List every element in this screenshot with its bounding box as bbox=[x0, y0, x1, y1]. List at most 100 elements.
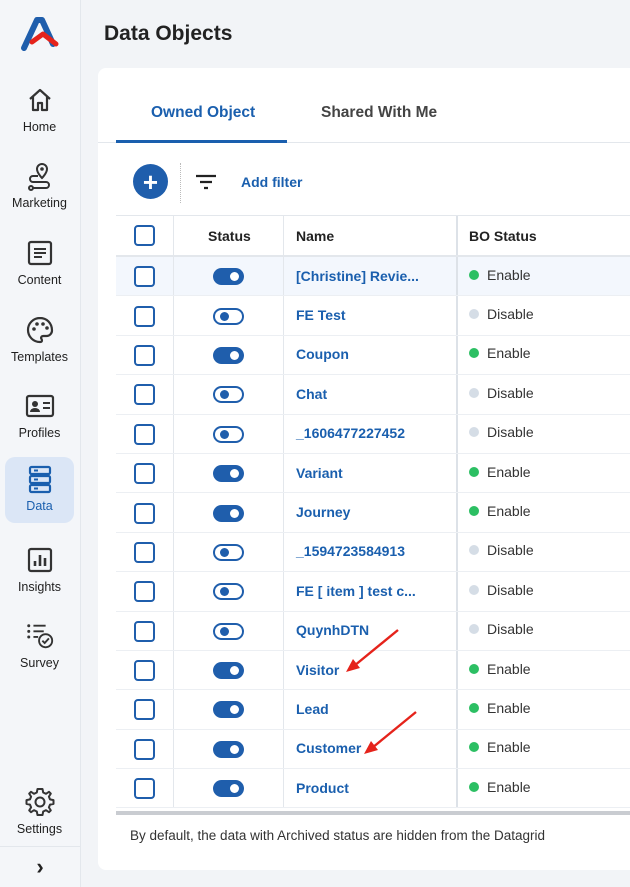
toggle-knob bbox=[220, 429, 229, 439]
status-toggle[interactable] bbox=[213, 701, 244, 719]
table-row[interactable]: QuynhDTN Disable bbox=[116, 611, 630, 651]
row-checkbox[interactable] bbox=[134, 266, 155, 288]
table-row[interactable]: Lead Enable bbox=[116, 690, 630, 730]
expand-sidebar-button[interactable]: › bbox=[0, 846, 80, 887]
sidebar-item-home[interactable]: Home bbox=[5, 78, 74, 144]
status-toggle[interactable] bbox=[213, 662, 244, 680]
row-checkbox[interactable] bbox=[134, 423, 155, 445]
bo-status-label: Disable bbox=[487, 306, 534, 323]
row-checkbox[interactable] bbox=[134, 541, 155, 563]
bo-status-label: Enable bbox=[487, 739, 531, 756]
table-row[interactable]: Product Enable bbox=[116, 769, 630, 809]
object-name-link[interactable]: FE [ item ] test c... bbox=[296, 583, 416, 599]
bo-status: Disable bbox=[469, 385, 534, 401]
table-row[interactable]: Chat Disable bbox=[116, 375, 630, 415]
status-toggle[interactable] bbox=[213, 386, 244, 404]
tab-owned-object[interactable]: Owned Object bbox=[151, 104, 255, 122]
object-name-link[interactable]: Lead bbox=[296, 701, 329, 717]
status-toggle[interactable] bbox=[213, 504, 244, 522]
object-name-link[interactable]: FE Test bbox=[296, 307, 346, 323]
tab-shared-with-me[interactable]: Shared With Me bbox=[321, 104, 437, 122]
add-filter-button[interactable]: Add filter bbox=[241, 174, 302, 190]
object-name-link[interactable]: Visitor bbox=[296, 662, 339, 678]
status-dot-icon bbox=[469, 742, 479, 753]
object-name-link[interactable]: [Christine] Revie... bbox=[296, 268, 419, 284]
sidebar-item-profiles[interactable]: Profiles bbox=[5, 384, 74, 450]
object-name-link[interactable]: Product bbox=[296, 780, 349, 796]
status-toggle[interactable] bbox=[213, 307, 244, 325]
status-toggle[interactable] bbox=[213, 346, 244, 364]
row-checkbox[interactable] bbox=[134, 384, 155, 406]
bo-status-label: Disable bbox=[487, 621, 534, 638]
sidebar-item-label: Home bbox=[22, 120, 57, 134]
app-logo[interactable] bbox=[20, 14, 60, 54]
bo-status: Enable bbox=[469, 345, 531, 361]
row-checkbox[interactable] bbox=[134, 778, 155, 800]
row-checkbox[interactable] bbox=[134, 581, 155, 603]
sidebar-item-content[interactable]: Content bbox=[5, 231, 74, 297]
row-checkbox[interactable] bbox=[134, 699, 155, 721]
sidebar-item-survey[interactable]: Survey bbox=[5, 614, 74, 680]
status-toggle[interactable] bbox=[213, 268, 244, 286]
row-checkbox[interactable] bbox=[134, 305, 155, 327]
filter-icon[interactable] bbox=[195, 172, 217, 192]
select-all-checkbox[interactable] bbox=[134, 225, 155, 246]
bo-status: Disable bbox=[469, 621, 534, 637]
table-row[interactable]: _1594723584913 Disable bbox=[116, 532, 630, 573]
object-name-link[interactable]: QuynhDTN bbox=[296, 622, 369, 638]
status-dot-icon bbox=[469, 702, 479, 713]
table-row[interactable]: Customer Enable bbox=[116, 729, 630, 770]
status-dot-icon bbox=[469, 584, 479, 595]
sidebar-item-data[interactable]: Data bbox=[5, 457, 74, 523]
column-header-name[interactable]: Name bbox=[296, 216, 334, 256]
table-header: Status Name BO Status bbox=[116, 215, 630, 257]
sidebar-item-templates[interactable]: Templates bbox=[5, 308, 74, 374]
page-title: Data Objects bbox=[104, 22, 233, 45]
object-name-link[interactable]: Customer bbox=[296, 740, 361, 756]
add-object-button[interactable]: + bbox=[133, 164, 168, 199]
status-toggle[interactable] bbox=[213, 740, 244, 758]
row-checkbox[interactable] bbox=[134, 502, 155, 524]
table-scrollbar-track[interactable] bbox=[116, 810, 630, 815]
sidebar-item-label: Insights bbox=[17, 580, 62, 594]
sidebar-item-settings[interactable]: Settings bbox=[5, 780, 74, 846]
column-header-status[interactable]: Status bbox=[208, 216, 251, 256]
row-checkbox[interactable] bbox=[134, 620, 155, 642]
table-body: [Christine] Revie... Enable FE Test Disable… bbox=[116, 257, 630, 809]
table-row[interactable]: _1606477227452 Disable bbox=[116, 414, 630, 454]
toggle-knob bbox=[230, 744, 239, 754]
table-row[interactable]: Coupon Enable bbox=[116, 335, 630, 376]
column-header-bo-status[interactable]: BO Status bbox=[469, 216, 537, 256]
bo-status: Enable bbox=[469, 700, 531, 716]
bo-status: Enable bbox=[469, 267, 531, 283]
toggle-knob bbox=[220, 626, 229, 636]
row-checkbox[interactable] bbox=[134, 344, 155, 366]
table-row[interactable]: Variant Enable bbox=[116, 453, 630, 494]
status-toggle[interactable] bbox=[213, 425, 244, 443]
row-checkbox[interactable] bbox=[134, 738, 155, 760]
table-row[interactable]: [Christine] Revie... Enable bbox=[116, 257, 630, 297]
table-row[interactable]: Journey Enable bbox=[116, 493, 630, 533]
object-name-link[interactable]: _1606477227452 bbox=[296, 425, 405, 441]
row-checkbox[interactable] bbox=[134, 463, 155, 485]
table-row[interactable]: Visitor Enable bbox=[116, 650, 630, 691]
table-row[interactable]: FE [ item ] test c... Disable bbox=[116, 572, 630, 612]
status-toggle[interactable] bbox=[213, 543, 244, 561]
table-row[interactable]: FE Test Disable bbox=[116, 296, 630, 336]
object-name-link[interactable]: _1594723584913 bbox=[296, 543, 405, 559]
sidebar-item-marketing[interactable]: Marketing bbox=[5, 154, 74, 220]
status-toggle[interactable] bbox=[213, 465, 244, 483]
object-name-link[interactable]: Coupon bbox=[296, 346, 349, 362]
bo-status: Disable bbox=[469, 582, 534, 598]
sidebar-item-insights[interactable]: Insights bbox=[5, 538, 74, 604]
status-toggle[interactable] bbox=[213, 622, 244, 640]
bo-status-label: Enable bbox=[487, 660, 531, 677]
toggle-knob bbox=[220, 547, 229, 557]
status-toggle[interactable] bbox=[213, 780, 244, 798]
bo-status-label: Enable bbox=[487, 778, 531, 795]
row-checkbox[interactable] bbox=[134, 660, 155, 682]
status-toggle[interactable] bbox=[213, 583, 244, 601]
object-name-link[interactable]: Variant bbox=[296, 465, 343, 481]
object-name-link[interactable]: Chat bbox=[296, 386, 327, 402]
object-name-link[interactable]: Journey bbox=[296, 504, 350, 520]
